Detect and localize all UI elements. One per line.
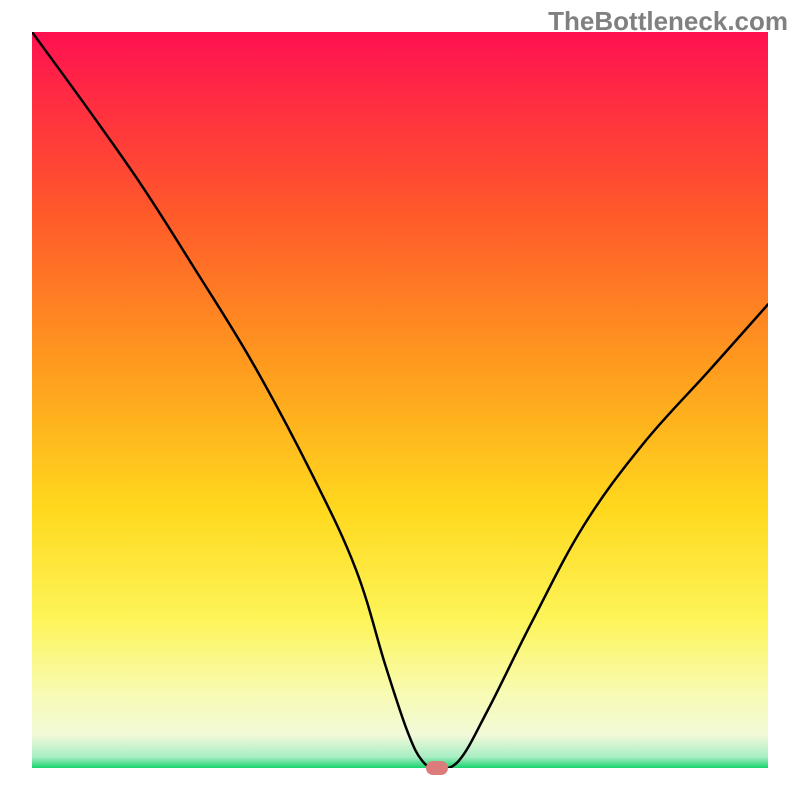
plot-area	[32, 32, 768, 768]
optimal-marker	[426, 761, 448, 775]
watermark-text: TheBottleneck.com	[548, 6, 788, 37]
bottleneck-chart: TheBottleneck.com	[0, 0, 800, 800]
chart-svg	[32, 32, 768, 768]
gradient-background	[32, 32, 768, 768]
